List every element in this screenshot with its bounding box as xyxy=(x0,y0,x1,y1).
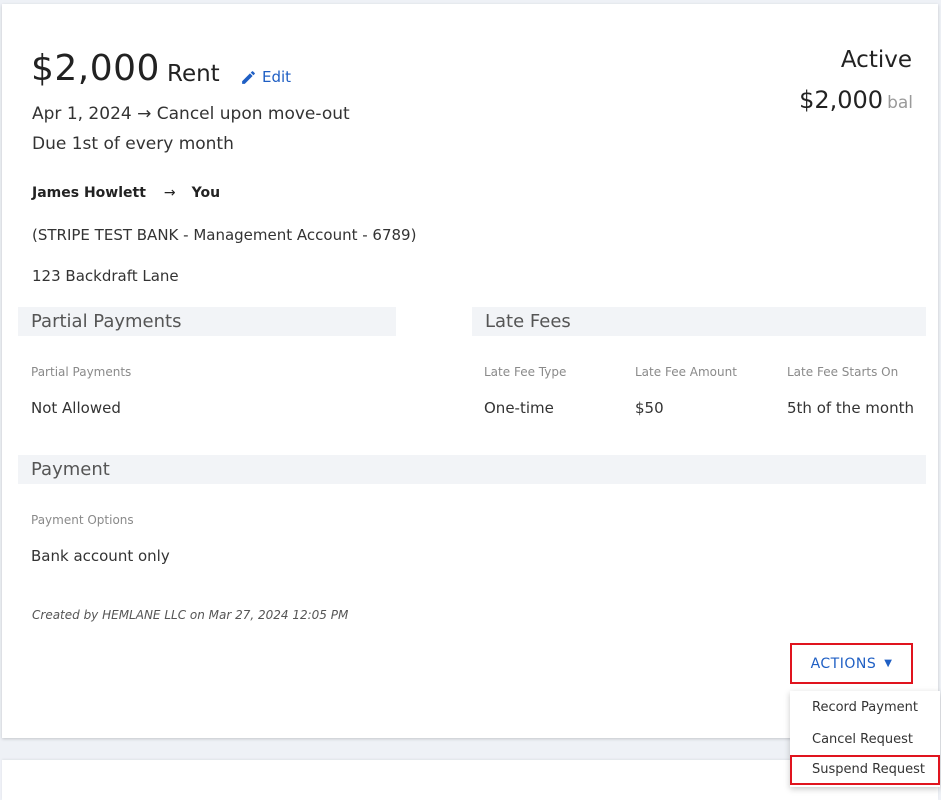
late-fee-type-value: One-time xyxy=(484,399,554,417)
menu-item-cancel-request[interactable]: Cancel Request xyxy=(790,725,940,755)
status-label: Active xyxy=(840,47,912,73)
payer-payee-line: James Howlett → You xyxy=(32,185,220,201)
date-range: Apr 1, 2024 → Cancel upon move-out xyxy=(32,104,350,124)
payment-options-label: Payment Options xyxy=(31,513,134,527)
payer-name: James Howlett xyxy=(32,185,146,201)
payee-name: You xyxy=(191,185,221,201)
partial-payments-label: Partial Payments xyxy=(31,365,132,379)
late-fee-type-label: Late Fee Type xyxy=(484,365,567,379)
late-fees-heading: Late Fees xyxy=(472,307,926,336)
late-fee-amount-value: $50 xyxy=(635,399,664,417)
due-schedule: Due 1st of every month xyxy=(32,134,234,154)
caret-down-icon: ▼ xyxy=(884,658,893,669)
request-type: Rent xyxy=(167,61,220,87)
actions-menu: Record Payment Cancel Request Suspend Re… xyxy=(790,691,940,787)
pencil-icon xyxy=(242,70,255,84)
rent-request-card: $2,000 Rent Edit Apr 1, 2024 → Cancel up… xyxy=(2,4,938,738)
request-amount: $2,000 xyxy=(31,48,160,89)
menu-item-record-payment[interactable]: Record Payment xyxy=(790,693,940,723)
edit-label: Edit xyxy=(262,68,292,86)
partial-payments-value: Not Allowed xyxy=(31,399,121,417)
payment-options-value: Bank account only xyxy=(31,547,170,565)
edit-button[interactable]: Edit xyxy=(240,68,291,86)
actions-button[interactable]: ACTIONS ▼ xyxy=(790,643,913,684)
menu-item-suspend-request[interactable]: Suspend Request xyxy=(790,755,940,785)
late-fee-start-value: 5th of the month xyxy=(787,399,914,417)
bank-account: (STRIPE TEST BANK - Management Account -… xyxy=(32,226,417,244)
created-by-text: Created by HEMLANE LLC on Mar 27, 2024 1… xyxy=(32,608,349,622)
late-fee-start-label: Late Fee Starts On xyxy=(787,365,899,379)
actions-label: ACTIONS xyxy=(810,655,877,672)
balance-amount: $2,000 xyxy=(799,86,884,114)
balance: $2,000 bal xyxy=(799,86,913,114)
arrow-right-icon: → xyxy=(163,185,176,201)
property-address: 123 Backdraft Lane xyxy=(32,267,179,285)
balance-suffix: bal xyxy=(887,93,913,113)
late-fee-amount-label: Late Fee Amount xyxy=(635,365,737,379)
payment-heading: Payment xyxy=(18,455,926,484)
partial-payments-heading: Partial Payments xyxy=(18,307,396,336)
